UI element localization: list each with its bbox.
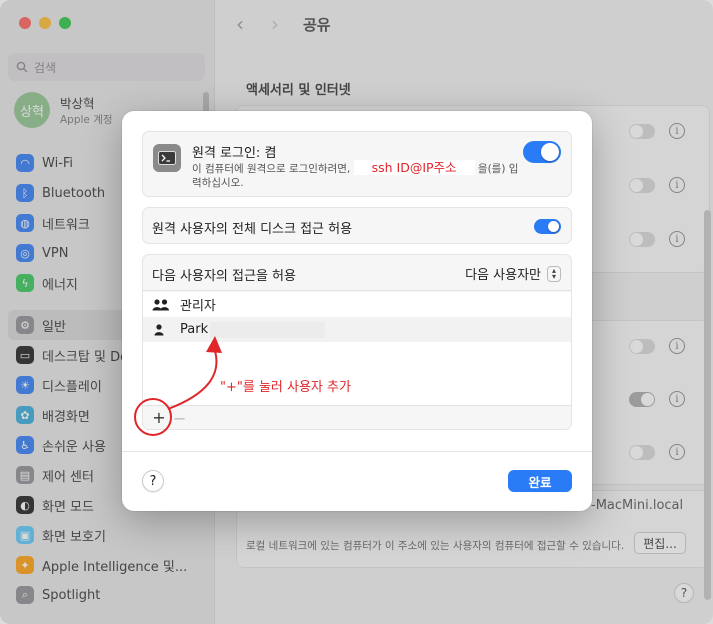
done-button[interactable]: 완료	[508, 470, 572, 492]
list-toolbar: + −	[143, 405, 571, 429]
group-icon	[152, 298, 169, 310]
full-disk-access-label: 원격 사용자의 전체 디스크 접근 허용	[152, 222, 353, 237]
allowed-users-list: 관리자 Park	[143, 292, 571, 405]
allowed-users-select-value: 다음 사용자만	[465, 268, 541, 283]
remote-login-card: 원격 로그인: 켬 이 컴퓨터에 원격으로 로그인하려면, ssh ID@IP주…	[142, 131, 572, 197]
user-name: 관리자	[180, 299, 216, 314]
user-name: Park	[180, 322, 209, 337]
add-user-button[interactable]: +	[151, 410, 167, 426]
remote-login-description: 이 컴퓨터에 원격으로 로그인하려면, ssh ID@IP주소 을(를) 입력하…	[192, 160, 522, 190]
full-disk-access-card: 원격 사용자의 전체 디스크 접근 허용	[142, 207, 572, 244]
chevron-up-down-icon: ▴ ▾	[547, 265, 561, 282]
allowed-users-card: 다음 사용자의 접근을 허용 다음 사용자만 ▴ ▾ 관리자 Park + −	[142, 254, 572, 430]
remove-user-button[interactable]: −	[173, 409, 186, 428]
remote-login-desc-prefix: 이 컴퓨터에 원격으로 로그인하려면,	[192, 163, 351, 175]
list-item[interactable]: 관리자	[143, 292, 571, 317]
list-item[interactable]: Park	[143, 317, 571, 342]
allowed-users-select[interactable]: 다음 사용자만 ▴ ▾	[465, 264, 561, 283]
help-button[interactable]: ?	[142, 470, 164, 492]
remote-login-toggle[interactable]	[523, 141, 561, 163]
remote-login-sheet: 원격 로그인: 켬 이 컴퓨터에 원격으로 로그인하려면, ssh ID@IP주…	[122, 111, 592, 511]
remote-login-title: 원격 로그인: 켬	[192, 146, 277, 161]
terminal-icon	[153, 144, 181, 172]
divider	[122, 451, 592, 452]
annotation-text: "+"를 눌러 사용자 추가	[220, 380, 351, 395]
allowed-users-header: 다음 사용자의 접근을 허용 다음 사용자만 ▴ ▾	[143, 255, 571, 291]
ssh-command-hint: ssh ID@IP주소	[353, 160, 475, 175]
redacted-region	[210, 321, 326, 338]
allowed-users-label: 다음 사용자의 접근을 허용	[152, 269, 296, 284]
person-icon	[154, 323, 164, 335]
full-disk-access-toggle[interactable]	[534, 219, 561, 234]
